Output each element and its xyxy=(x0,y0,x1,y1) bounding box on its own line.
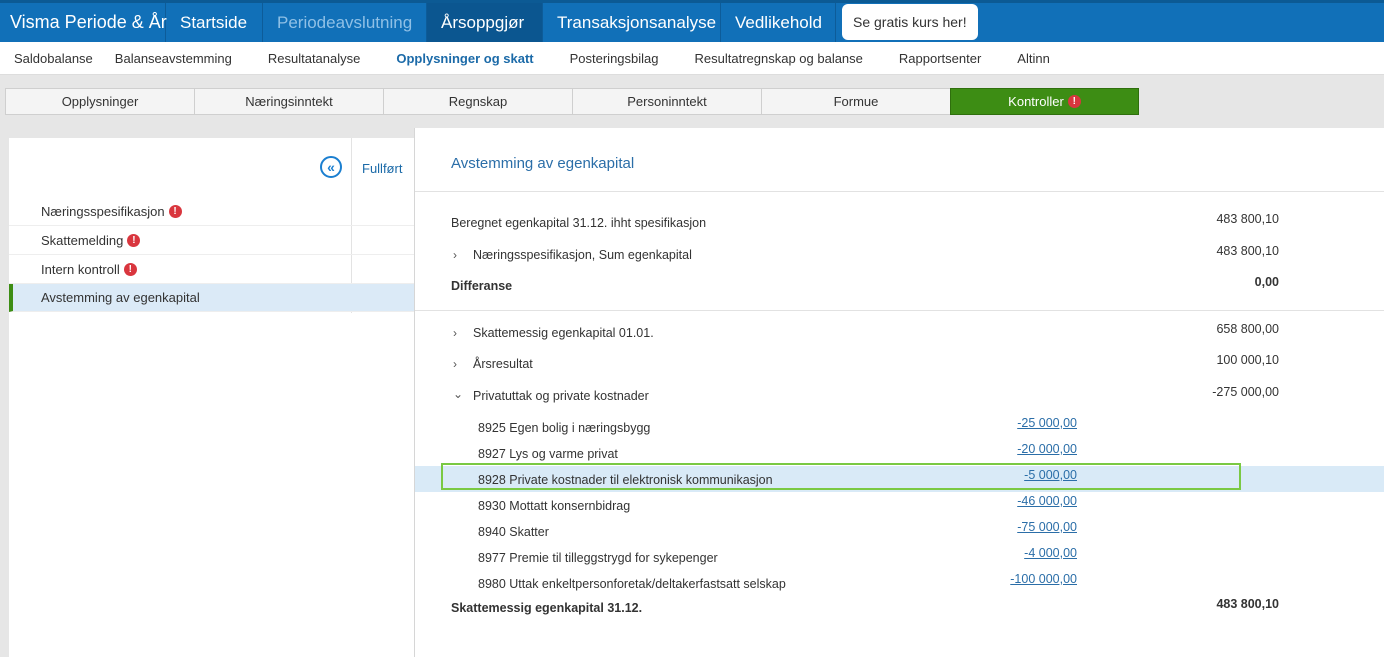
error-icon: ! xyxy=(168,205,182,218)
subnav-posteringsbilag[interactable]: Posteringsbilag xyxy=(570,51,659,66)
subnav-resultatanalyse[interactable]: Resultatanalyse xyxy=(268,51,361,66)
main-panel: Avstemming av egenkapital Beregnet egenk… xyxy=(414,128,1384,657)
amount-link[interactable]: -46 000,00 xyxy=(1017,494,1077,508)
chevron-right-icon[interactable]: › xyxy=(453,357,457,371)
nav-periodeavslutning[interactable]: Periodeavslutning xyxy=(263,3,427,42)
row-beregnet-egenkapital: Beregnet egenkapital 31.12. ihht spesifi… xyxy=(451,212,1279,230)
row-privatuttak[interactable]: ⌄ Privatuttak og private kostnader -275 … xyxy=(415,382,1384,408)
nav-startside[interactable]: Startside xyxy=(166,3,263,42)
chevron-right-icon[interactable]: › xyxy=(453,248,457,262)
fullfort-link[interactable]: Fullført xyxy=(362,161,402,176)
row-naeringsspesifikasjon[interactable]: › Næringsspesifikasjon, Sum egenkapital … xyxy=(415,241,1384,267)
sub-row: 8980 Uttak enkeltpersonforetak/deltakerf… xyxy=(478,572,1077,591)
amount-link[interactable]: -100 000,00 xyxy=(1010,572,1077,586)
amount-link[interactable]: -20 000,00 xyxy=(1017,442,1077,456)
tab-kontroller[interactable]: Kontroller! xyxy=(950,88,1139,115)
tab-naeringsinntekt[interactable]: Næringsinntekt xyxy=(194,88,383,115)
subnav-rapportsenter[interactable]: Rapportsenter xyxy=(899,51,981,66)
left-item-avstemming-av-egenkapital[interactable]: Avstemming av egenkapital xyxy=(9,284,414,312)
row-skattemessig-egenkapital-0101[interactable]: › Skattemessig egenkapital 01.01. 658 80… xyxy=(415,319,1384,345)
sub-row: 8925 Egen bolig i næringsbygg -25 000,00 xyxy=(478,416,1077,435)
tab-formue[interactable]: Formue xyxy=(761,88,950,115)
error-icon: ! xyxy=(1067,95,1081,108)
chevron-right-icon[interactable]: › xyxy=(453,326,457,340)
tab-opplysninger[interactable]: Opplysninger xyxy=(5,88,194,115)
sub-row: 8930 Mottatt konsernbidrag -46 000,00 xyxy=(478,494,1077,513)
sub-navigation: Saldobalanse Balanseavstemming Resultata… xyxy=(0,42,1384,75)
nav-transaksjonsanalyse[interactable]: Transaksjonsanalyse xyxy=(543,3,721,42)
row-differanse: Differanse 0,00 xyxy=(451,275,1279,293)
tab-regnskap[interactable]: Regnskap xyxy=(383,88,572,115)
row-skattemessig-egenkapital-3112: Skattemessig egenkapital 31.12. 483 800,… xyxy=(451,597,1279,615)
row-arsresultat[interactable]: › Årsresultat 100 000,10 xyxy=(415,350,1384,376)
left-item-intern-kontroll[interactable]: Intern kontroll! xyxy=(9,256,414,284)
tab-bar: Opplysninger Næringsinntekt Regnskap Per… xyxy=(0,75,1384,127)
highlight-box xyxy=(441,463,1241,490)
error-icon: ! xyxy=(127,234,141,247)
amount-link[interactable]: -75 000,00 xyxy=(1017,520,1077,534)
tab-personinntekt[interactable]: Personinntekt xyxy=(572,88,761,115)
amount-link[interactable]: -4 000,00 xyxy=(1024,546,1077,560)
top-navigation: Visma Periode & År Startside Periodeavsl… xyxy=(0,0,1384,42)
sub-row: 8977 Premie til tilleggstrygd for sykepe… xyxy=(478,546,1077,565)
nav-arsoppgjor[interactable]: Årsoppgjør xyxy=(427,3,543,42)
error-icon: ! xyxy=(123,263,137,276)
app-brand[interactable]: Visma Periode & År xyxy=(0,3,167,42)
left-navigation-panel: « Fullført Næringsspesifikasjon! Skattem… xyxy=(9,138,414,657)
subnav-saldobalanse[interactable]: Saldobalanse xyxy=(14,51,93,66)
left-item-skattemelding[interactable]: Skattemelding! xyxy=(9,227,414,255)
subnav-altinn[interactable]: Altinn xyxy=(1017,51,1050,66)
nav-vedlikehold[interactable]: Vedlikehold xyxy=(721,3,836,42)
amount-link[interactable]: -25 000,00 xyxy=(1017,416,1077,430)
sub-row: 8940 Skatter -75 000,00 xyxy=(478,520,1077,539)
free-course-button[interactable]: Se gratis kurs her! xyxy=(842,4,978,40)
left-item-naeringsspesifikasjon[interactable]: Næringsspesifikasjon! xyxy=(9,198,414,226)
page-title: Avstemming av egenkapital xyxy=(451,155,635,172)
subnav-opplysninger-og-skatt[interactable]: Opplysninger og skatt xyxy=(396,51,533,66)
subnav-balanseavstemming[interactable]: Balanseavstemming xyxy=(115,51,232,66)
subnav-resultatregnskap-og-balanse[interactable]: Resultatregnskap og balanse xyxy=(695,51,863,66)
chevron-down-icon[interactable]: ⌄ xyxy=(453,387,463,401)
collapse-icon[interactable]: « xyxy=(320,156,342,178)
